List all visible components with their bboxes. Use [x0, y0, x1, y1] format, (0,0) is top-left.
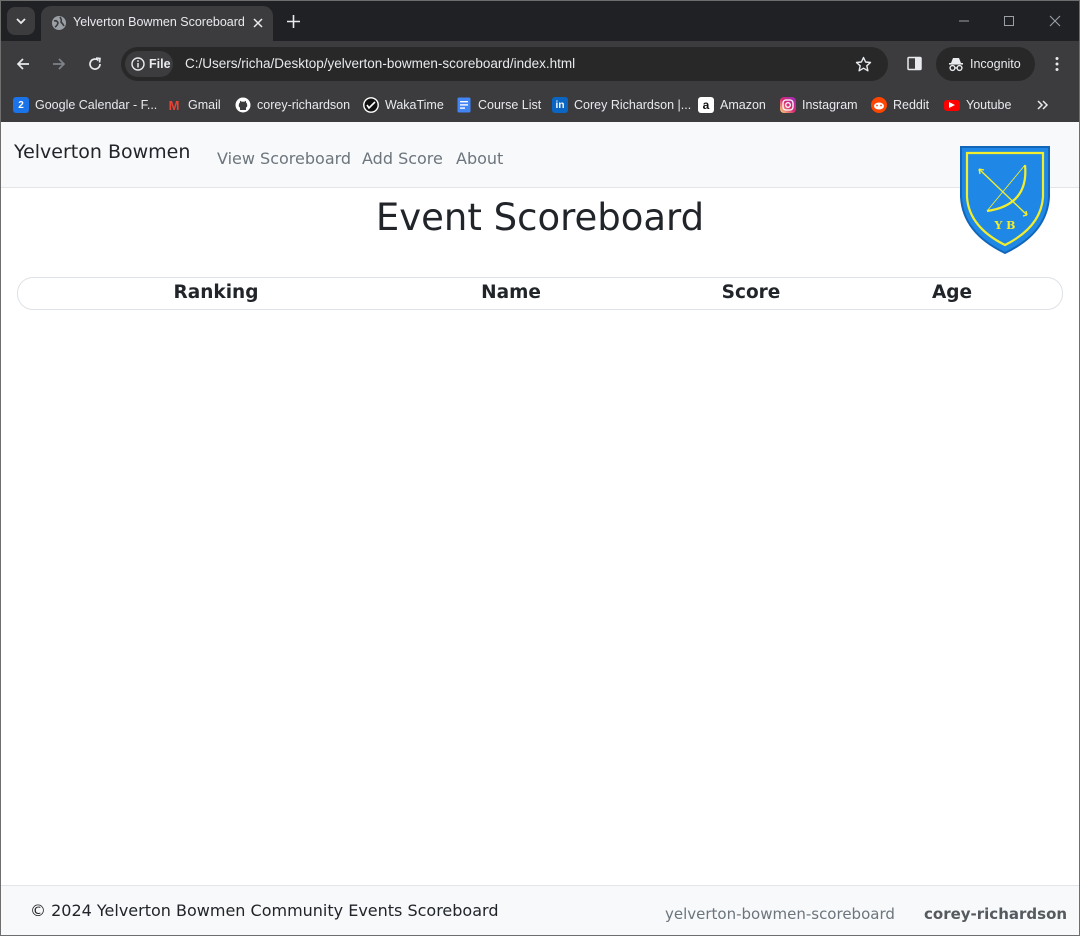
github-icon — [235, 97, 251, 113]
bookmark-linkedin[interactable]: in Corey Richardson |... — [552, 92, 691, 118]
globe-icon — [52, 16, 66, 30]
nav-about[interactable]: About — [456, 149, 503, 168]
forward-icon — [53, 58, 66, 70]
site-footer: © 2024 Yelverton Bowmen Community Events… — [1, 885, 1079, 936]
incognito-icon — [949, 58, 963, 72]
tab-strip: Yelverton Bowmen Scoreboard — [0, 0, 1080, 41]
bookmark-star-button[interactable] — [853, 54, 873, 74]
bookmark-amazon[interactable]: a Amazon — [698, 92, 766, 118]
bookmark-label: Instagram — [802, 98, 858, 112]
side-panel-button[interactable] — [903, 52, 925, 74]
minimize-button[interactable] — [953, 10, 975, 32]
wakatime-icon — [363, 97, 379, 113]
bookmark-label: Course List — [478, 98, 542, 112]
column-header-ranking[interactable]: Ranking — [174, 282, 259, 303]
bookmark-instagram[interactable]: Instagram — [780, 92, 858, 118]
kebab-menu-icon — [1055, 57, 1059, 71]
bookmark-label: WakaTime — [385, 98, 444, 112]
nav-add-score[interactable]: Add Score — [362, 149, 443, 168]
footer-link-author[interactable]: corey-richardson — [924, 905, 1067, 923]
nav-view-scoreboard[interactable]: View Scoreboard — [217, 149, 351, 168]
footer-link-repo[interactable]: yelverton-bowmen-scoreboard — [665, 905, 895, 923]
footer-copyright: © 2024 Yelverton Bowmen Community Events… — [30, 901, 499, 920]
bookmark-wakatime[interactable]: WakaTime — [363, 92, 444, 118]
bookmark-reddit[interactable]: Reddit — [871, 92, 929, 118]
bookmark-label: Reddit — [893, 98, 930, 112]
address-bar[interactable]: File C:/Users/richa/Desktop/yelverton-bo… — [121, 47, 888, 81]
logo-initials: Y B — [994, 219, 1016, 232]
bookmark-course-list[interactable]: Course List — [456, 92, 541, 118]
bookmark-google-calendar[interactable]: 2 Google Calendar - F... — [13, 92, 157, 118]
forward-button[interactable] — [47, 52, 71, 76]
reddit-icon — [871, 97, 887, 113]
club-logo-shield-icon: Y B — [960, 146, 1050, 255]
bookmark-label: Google Calendar - F... — [35, 98, 158, 112]
gmail-icon: M — [168, 97, 180, 113]
site-info-button[interactable]: File — [125, 51, 173, 77]
reload-icon — [89, 57, 101, 70]
page-title: Event Scoreboard — [375, 196, 705, 239]
close-tab-button[interactable] — [249, 14, 267, 32]
column-header-score[interactable]: Score — [722, 282, 781, 303]
bookmark-gmail[interactable]: M Gmail — [166, 92, 221, 118]
tab-search-icon — [16, 18, 26, 25]
linkedin-icon: in — [552, 97, 568, 113]
close-icon — [253, 18, 263, 28]
maximize-icon — [1004, 16, 1014, 26]
brand-link[interactable]: Yelverton Bowmen — [14, 141, 190, 163]
site-navbar: Yelverton Bowmen View Scoreboard Add Sco… — [1, 122, 1079, 188]
instagram-icon — [780, 97, 796, 113]
more-bookmarks-button[interactable] — [1033, 96, 1053, 114]
star-icon — [855, 56, 871, 71]
chevron-double-right-icon — [1037, 100, 1049, 110]
url-text[interactable]: C:/Users/richa/Desktop/yelverton-bowmen-… — [185, 56, 575, 71]
browser-menu-button[interactable] — [1047, 52, 1067, 76]
minimize-icon — [959, 20, 969, 22]
youtube-icon — [944, 99, 960, 111]
bookmark-label: Amazon — [720, 98, 766, 112]
tab-title: Yelverton Bowmen Scoreboard — [73, 15, 245, 29]
bookmark-label: Youtube — [966, 98, 1012, 112]
scoreboard-table-header: Ranking Name Score Age — [17, 277, 1063, 310]
incognito-label: Incognito — [970, 57, 1021, 71]
tab-search-button[interactable] — [7, 7, 35, 35]
google-calendar-icon: 2 — [13, 97, 29, 113]
bookmarks-bar: 2 Google Calendar - F... M Gmail corey-r… — [0, 87, 1080, 122]
reload-button[interactable] — [83, 52, 107, 76]
window-close-button[interactable] — [1044, 10, 1066, 32]
column-header-name[interactable]: Name — [481, 282, 541, 303]
amazon-icon: a — [698, 97, 714, 113]
bookmark-label: Gmail — [188, 98, 221, 112]
bookmark-github[interactable]: corey-richardson — [235, 92, 350, 118]
browser-toolbar: File C:/Users/richa/Desktop/yelverton-bo… — [0, 41, 1080, 87]
incognito-indicator[interactable]: Incognito — [936, 47, 1035, 81]
info-icon — [131, 57, 145, 71]
maximize-button[interactable] — [998, 10, 1020, 32]
bookmark-label: Corey Richardson |... — [574, 98, 692, 112]
window-close-icon — [1049, 15, 1061, 27]
new-tab-button[interactable] — [283, 11, 303, 31]
side-panel-icon — [906, 56, 922, 70]
bookmark-label: corey-richardson — [257, 98, 351, 112]
back-icon — [16, 58, 29, 70]
plus-icon — [286, 14, 300, 28]
back-button[interactable] — [11, 52, 35, 76]
bookmark-youtube[interactable]: Youtube — [944, 92, 1011, 118]
active-tab[interactable]: Yelverton Bowmen Scoreboard — [41, 6, 273, 41]
column-header-age[interactable]: Age — [932, 282, 972, 303]
file-chip-label: File — [149, 57, 171, 71]
document-icon — [456, 97, 472, 113]
